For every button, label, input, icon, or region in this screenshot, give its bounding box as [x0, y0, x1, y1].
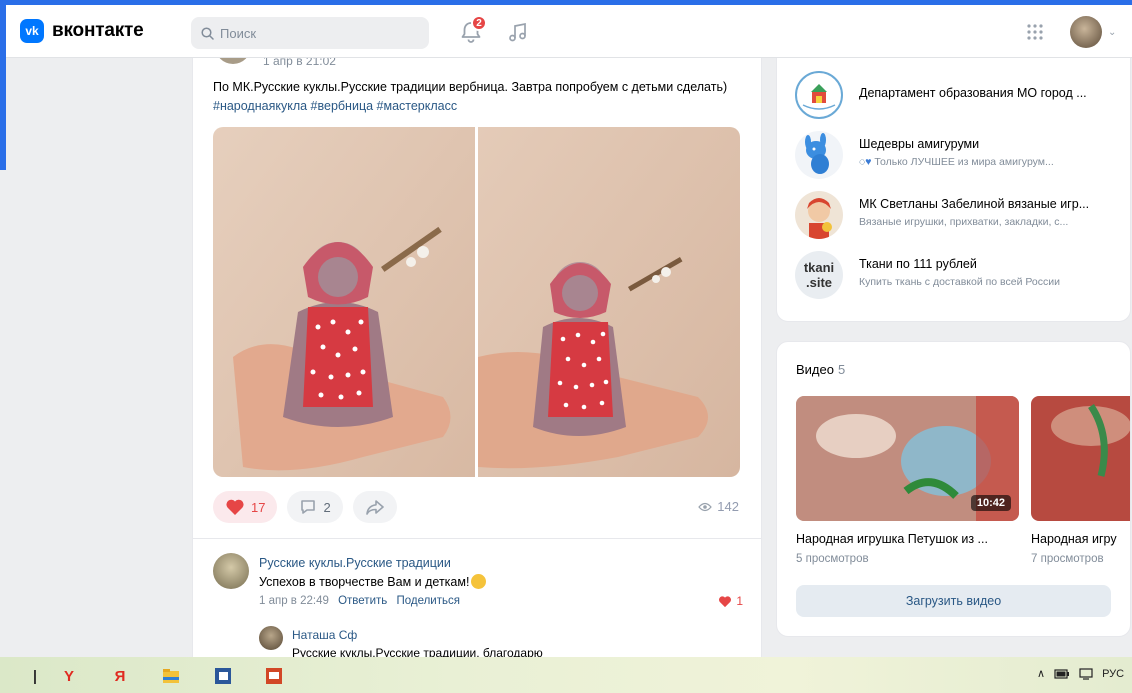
vk-logo-text: вконтакте: [52, 20, 144, 41]
top-header: vk вконтакте 2 ⌄: [0, 5, 1132, 58]
vk-logo-icon: vk: [20, 19, 44, 43]
video-title[interactable]: Народная игру: [1031, 532, 1117, 546]
comment-date[interactable]: 1 апр в 22:49: [259, 595, 329, 607]
group-item[interactable]: Шедевры амигуруми ◌♥ Только ЛУЧШЕЕ из ми…: [795, 131, 1115, 179]
views-counter: 142: [698, 499, 739, 514]
reply-author[interactable]: Наташа Сф: [292, 628, 357, 642]
post-text: По МК.Русские куклы.Русские традиции вер…: [213, 78, 733, 116]
heart-icon: [719, 595, 732, 607]
video-thumbnail[interactable]: [1031, 396, 1130, 521]
vk-logo[interactable]: vk вконтакте: [20, 19, 144, 43]
smile-emoji-icon: [471, 574, 487, 589]
group-avatar-text: .site: [805, 275, 832, 290]
videos-block: Видео 5 10:42 Народная игрушка Петушок из…: [776, 341, 1131, 637]
reply-link[interactable]: Ответить: [338, 595, 387, 607]
reply-avatar[interactable]: [259, 626, 283, 650]
group-description: Купить ткань с доставкой по всей России: [859, 276, 1060, 288]
post-actions: 17 2: [213, 491, 397, 523]
search-box[interactable]: [191, 17, 429, 49]
group-item[interactable]: МК Светланы Забелиной вязаные игр... Вяз…: [795, 191, 1115, 239]
share-button[interactable]: [352, 491, 397, 523]
groups-list: Департамент образования МО город ... Шед…: [776, 30, 1131, 322]
comment-text-body: Успехов в творчестве Вам и деткам!: [259, 575, 470, 589]
apps-grid-icon[interactable]: [1027, 24, 1043, 40]
share-icon: [365, 500, 384, 515]
search-icon: [201, 26, 214, 40]
group-description-text: Только ЛУЧШЕЕ из мира амигурум...: [874, 156, 1054, 168]
post-photo-2[interactable]: [478, 127, 740, 477]
yandex-browser-icon[interactable]: Y: [58, 665, 80, 687]
user-avatar[interactable]: [1070, 16, 1102, 48]
chevron-down-icon[interactable]: ⌄: [1108, 27, 1116, 38]
yandex-icon[interactable]: Я: [109, 665, 131, 687]
divider: [193, 538, 761, 539]
likes-count: 17: [251, 499, 266, 515]
comment-author[interactable]: Русские куклы.Русские традиции: [259, 556, 451, 570]
window-edge: [0, 0, 6, 170]
system-tray: ∧ РУС: [1037, 667, 1124, 681]
video-title[interactable]: Народная игрушка Петушок из ...: [796, 532, 988, 546]
video-duration: 10:42: [970, 495, 1011, 511]
group-avatar-text: tkani: [803, 260, 835, 275]
chat-heart-icon: ◌♥: [859, 156, 872, 168]
group-name: МК Светланы Забелиной вязаные игр...: [859, 197, 1090, 211]
group-description: ◌♥ Только ЛУЧШЕЕ из мира амигурум...: [859, 156, 1054, 168]
group-name: Шедевры амигуруми: [859, 137, 980, 151]
post-card: 1 апр в 21:02 По МК.Русские куклы.Русски…: [192, 46, 762, 660]
group-avatar: [795, 131, 843, 179]
group-avatar: [795, 191, 843, 239]
heart-icon: [226, 499, 244, 515]
share-link[interactable]: Поделиться: [396, 595, 460, 607]
word-document-icon[interactable]: [212, 665, 234, 687]
start-bar-icon[interactable]: |: [24, 665, 46, 687]
battery-icon[interactable]: [1054, 668, 1070, 679]
group-avatar: [795, 71, 843, 119]
chevron-up-icon[interactable]: ∧: [1037, 667, 1045, 680]
video-views: 5 просмотров: [796, 553, 869, 565]
comments-count: 2: [323, 499, 331, 515]
group-item[interactable]: Департамент образования МО город ...: [795, 71, 1115, 119]
post-hashtags[interactable]: #народнаякукла #вербница #мастеркласс: [213, 99, 457, 113]
group-avatar: tkani .site: [795, 251, 843, 299]
group-item[interactable]: tkani .site Ткани по 111 рублей Купить т…: [795, 251, 1115, 299]
presentation-icon[interactable]: [263, 665, 285, 687]
group-name: Департамент образования МО город ...: [859, 86, 1087, 100]
search-input[interactable]: [220, 25, 400, 41]
comment-likes-count: 1: [736, 594, 743, 608]
notifications-badge: 2: [471, 15, 487, 31]
group-name: Ткани по 111 рублей: [859, 257, 977, 271]
post-photo-1[interactable]: [213, 127, 475, 477]
music-icon[interactable]: [507, 21, 529, 43]
file-explorer-icon[interactable]: [160, 665, 182, 687]
video-views: 7 просмотров: [1031, 553, 1104, 565]
language-indicator[interactable]: РУС: [1102, 668, 1124, 680]
videos-title-text: Видео: [796, 362, 834, 377]
comment-text: Успехов в творчестве Вам и деткам!: [259, 574, 487, 589]
like-button[interactable]: 17: [213, 491, 278, 523]
video-thumbnail[interactable]: 10:42: [796, 396, 1019, 521]
comment-avatar[interactable]: [213, 553, 249, 589]
post-body: По МК.Русские куклы.Русские традиции вер…: [213, 80, 728, 94]
network-icon[interactable]: [1079, 667, 1093, 680]
group-description: Вязаные игрушки, прихватки, закладки, с.…: [859, 216, 1069, 228]
comment-button[interactable]: 2: [287, 491, 343, 523]
comment-meta: 1 апр в 22:49 Ответить Поделиться: [259, 595, 460, 607]
upload-video-button[interactable]: Загрузить видео: [796, 585, 1111, 617]
eye-icon: [698, 502, 713, 511]
comment-icon: [301, 500, 316, 514]
comment-like-button[interactable]: 1: [718, 594, 743, 608]
videos-count: 5: [837, 362, 846, 377]
views-count: 142: [717, 499, 739, 514]
os-taskbar: | Y Я ∧ РУС: [0, 657, 1132, 693]
videos-title[interactable]: Видео 5: [796, 362, 845, 377]
